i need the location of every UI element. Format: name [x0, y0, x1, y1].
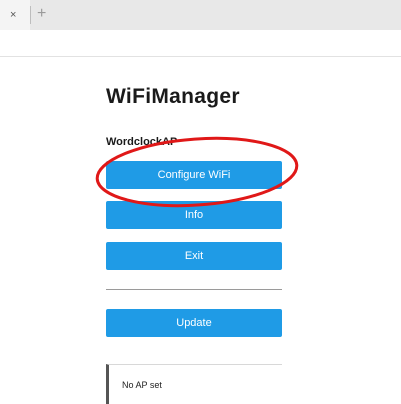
status-message: No AP set: [122, 380, 162, 390]
configure-wifi-button[interactable]: Configure WiFi: [106, 161, 282, 189]
info-button[interactable]: Info: [106, 201, 282, 229]
update-button[interactable]: Update: [106, 309, 282, 337]
tab-separator: [30, 6, 31, 24]
browser-tab[interactable]: ×: [0, 0, 30, 30]
status-message-box: No AP set: [106, 364, 282, 404]
divider: [106, 289, 282, 290]
browser-chrome-edge: [0, 56, 401, 57]
browser-tab-strip: × +: [0, 0, 401, 30]
exit-button[interactable]: Exit: [106, 242, 282, 270]
page: × + WiFiManager WordclockAP Configure Wi…: [0, 0, 401, 404]
ap-name: WordclockAP: [106, 136, 178, 148]
page-title: WiFiManager: [106, 85, 240, 108]
close-icon[interactable]: ×: [10, 8, 16, 22]
plus-icon[interactable]: +: [37, 5, 46, 23]
